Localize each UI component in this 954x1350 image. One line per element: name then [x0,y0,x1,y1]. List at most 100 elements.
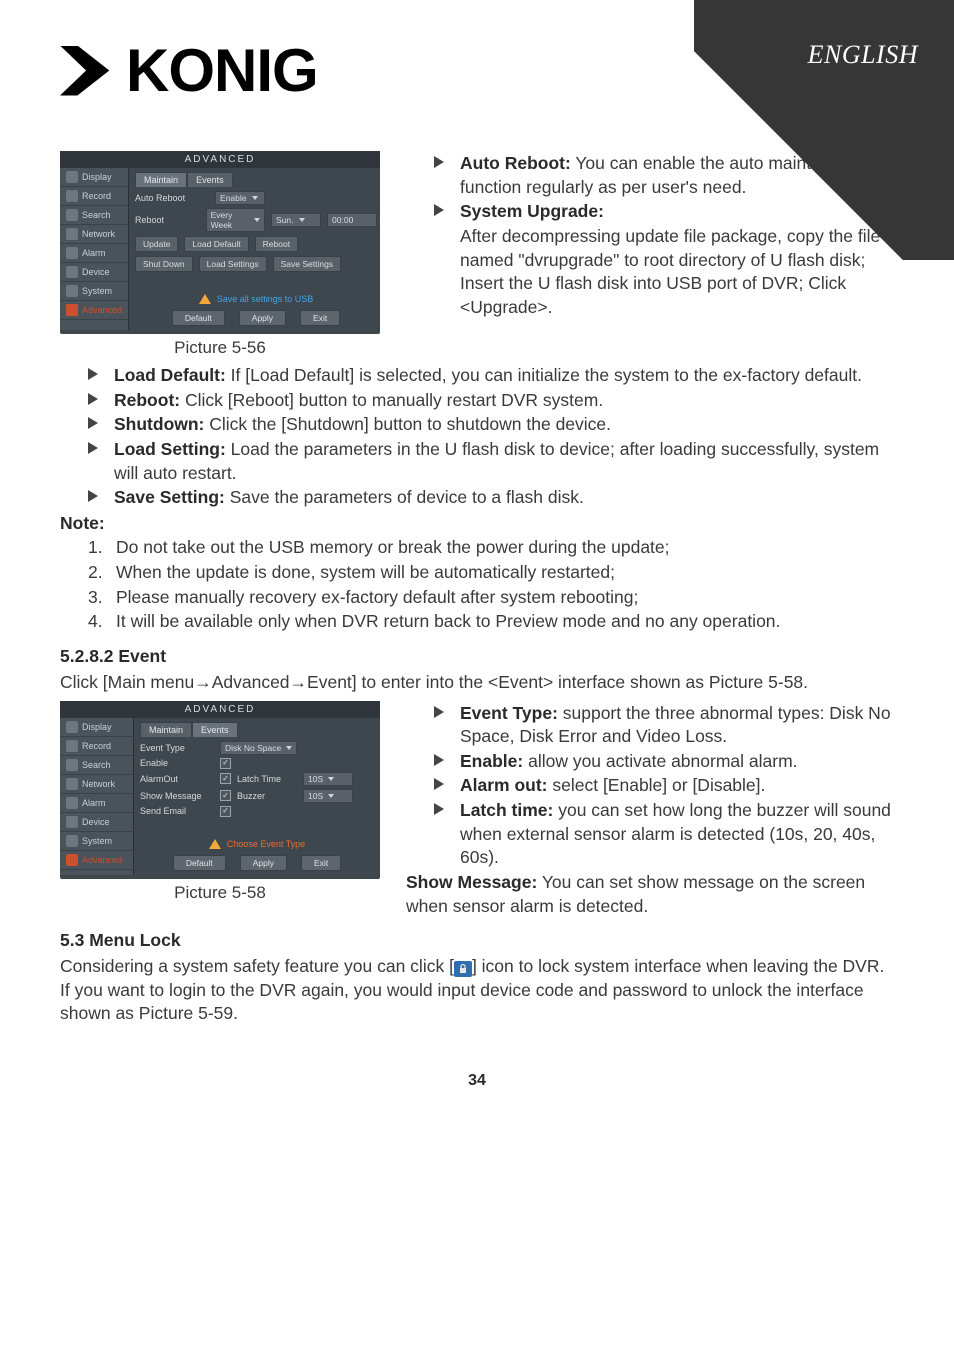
field-label: Event Type [140,743,214,753]
tab-maintain[interactable]: Maintain [140,722,192,737]
app-sidebar: Display Record Search Network Alarm Devi… [60,168,129,330]
sidebar-label: Search [82,210,111,220]
status-message: Save all settings to USB [135,290,377,306]
chevron-bullet-icon [88,417,104,429]
sidebar-label: Network [82,229,115,239]
chevron-bullet-icon [434,754,450,766]
default-button[interactable]: Default [173,855,226,871]
display-icon [66,171,78,183]
update-button[interactable]: Update [135,236,178,252]
alarmout-checkbox[interactable] [220,773,231,784]
paragraph: Click [Main menu→Advanced→Event] to ente… [60,671,894,695]
alarm-icon [66,247,78,259]
window-title: ADVANCED [60,151,380,168]
default-button[interactable]: Default [172,310,225,326]
tab-maintain[interactable]: Maintain [135,172,187,187]
sidebar-item-device[interactable]: Device [60,813,133,832]
list-item: Latch time: you can set how long the buz… [434,799,894,870]
brand-mark-icon [60,46,118,96]
reboot-day-select[interactable]: Sun. [271,213,321,227]
send-email-checkbox[interactable] [220,806,231,817]
note-label: Note: [60,512,894,536]
sidebar-item-display[interactable]: Display [60,718,133,737]
list-item: Auto Reboot: You can enable the auto mai… [434,152,894,199]
app-sidebar: Display Record Search Network Alarm Devi… [60,718,134,875]
device-icon [66,266,78,278]
apply-button[interactable]: Apply [239,310,286,326]
chevron-down-icon [299,218,305,222]
sidebar-label: Display [82,172,112,182]
sidebar-item-advanced[interactable]: Advanced [60,851,133,870]
latch-time-select[interactable]: 10S [303,772,353,786]
chevron-bullet-icon [88,442,104,454]
sidebar-item-search[interactable]: Search [60,756,133,775]
load-settings-button[interactable]: Load Settings [199,256,267,272]
sidebar-label: Record [82,741,111,751]
apply-button[interactable]: Apply [240,855,287,871]
tab-bar: Maintain Events [140,722,374,737]
chevron-bullet-icon [88,368,104,380]
warning-icon [199,294,211,304]
field-label: Buzzer [237,791,297,801]
sidebar-label: Search [82,760,111,770]
exit-button[interactable]: Exit [301,855,341,871]
sidebar-item-search[interactable]: Search [60,206,128,225]
list-item: Load Default: If [Load Default] is selec… [88,364,894,388]
chevron-bullet-icon [434,706,450,718]
device-icon [66,816,78,828]
warning-icon [209,839,221,849]
tab-bar: Maintain Events [135,172,377,187]
tab-events[interactable]: Events [187,172,233,187]
search-icon [66,759,78,771]
sidebar-label: Device [82,267,110,277]
sidebar-item-advanced[interactable]: Advanced [60,301,128,320]
buzzer-select[interactable]: 10S [303,789,353,803]
chevron-bullet-icon [434,204,450,216]
chevron-bullet-icon [434,778,450,790]
field-label: Latch Time [237,774,297,784]
brand-logo: KONIG [60,36,894,105]
sidebar-item-device[interactable]: Device [60,263,128,282]
paragraph: Considering a system safety feature you … [60,955,894,1026]
field-label: AlarmOut [140,774,214,784]
sidebar-item-display[interactable]: Display [60,168,128,187]
sidebar-item-alarm[interactable]: Alarm [60,794,133,813]
sidebar-item-network[interactable]: Network [60,225,128,244]
sidebar-label: Advanced [82,305,122,315]
reboot-button[interactable]: Reboot [255,236,298,252]
search-icon [66,209,78,221]
auto-reboot-select[interactable]: Enable [215,191,265,205]
sidebar-label: Network [82,779,115,789]
field-label: Show Message [140,791,214,801]
sidebar-item-network[interactable]: Network [60,775,133,794]
alarm-icon [66,797,78,809]
chevron-bullet-icon [434,156,450,168]
paragraph: Show Message: You can set show message o… [406,871,894,918]
list-item: Save Setting: Save the parameters of dev… [88,486,894,510]
shutdown-button[interactable]: Shut Down [135,256,193,272]
system-icon [66,835,78,847]
load-default-button[interactable]: Load Default [184,236,248,252]
sidebar-item-system[interactable]: System [60,832,133,851]
sidebar-item-record[interactable]: Record [60,737,133,756]
field-label: Reboot [135,215,200,225]
list-item: Load Setting: Load the parameters in the… [88,438,894,485]
list-item: System Upgrade: [434,200,894,224]
save-settings-button[interactable]: Save Settings [273,256,341,272]
sidebar-item-alarm[interactable]: Alarm [60,244,128,263]
screenshot-advanced-events: ADVANCED Display Record Search Network A… [60,701,380,879]
reboot-time-input[interactable]: 00:00 [327,213,377,227]
show-message-checkbox[interactable] [220,790,231,801]
reboot-week-select[interactable]: Every Week [206,208,265,232]
list-item: 3.Please manually recovery ex-factory de… [88,586,894,610]
sidebar-label: Record [82,191,111,201]
sidebar-item-system[interactable]: System [60,282,128,301]
section-heading: 5.3 Menu Lock [60,930,894,951]
sidebar-item-record[interactable]: Record [60,187,128,206]
event-type-select[interactable]: Disk No Space [220,741,297,755]
enable-checkbox[interactable] [220,758,231,769]
tab-events[interactable]: Events [192,722,238,737]
exit-button[interactable]: Exit [300,310,340,326]
sidebar-label: System [82,286,112,296]
network-icon [66,778,78,790]
